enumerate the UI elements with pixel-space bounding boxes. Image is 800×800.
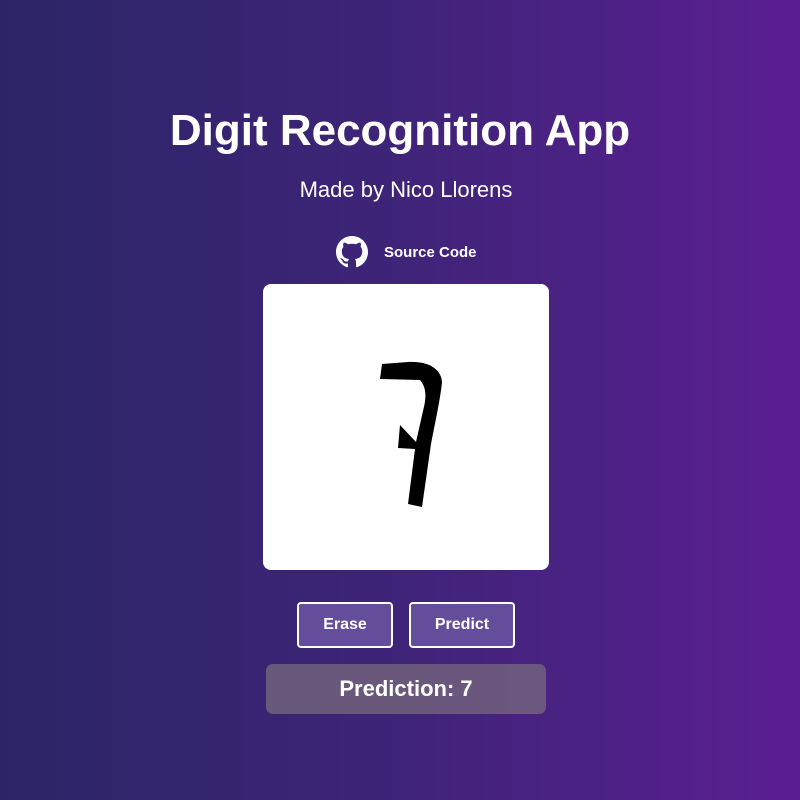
author-subtitle: Made by Nico Llorens — [299, 177, 513, 202]
predict-button[interactable]: Predict — [409, 602, 515, 648]
prediction-result: Prediction: 7 — [266, 664, 546, 714]
source-code-link[interactable]: Source Code — [336, 236, 477, 268]
erase-button[interactable]: Erase — [297, 602, 393, 648]
github-icon — [336, 236, 368, 268]
page-title: Digit Recognition App — [169, 106, 631, 155]
source-code-label: Source Code — [384, 243, 477, 261]
drawn-digit-strokes — [380, 361, 442, 507]
prediction-text: Prediction: 7 — [339, 676, 473, 701]
drawing-canvas[interactable] — [263, 284, 549, 570]
